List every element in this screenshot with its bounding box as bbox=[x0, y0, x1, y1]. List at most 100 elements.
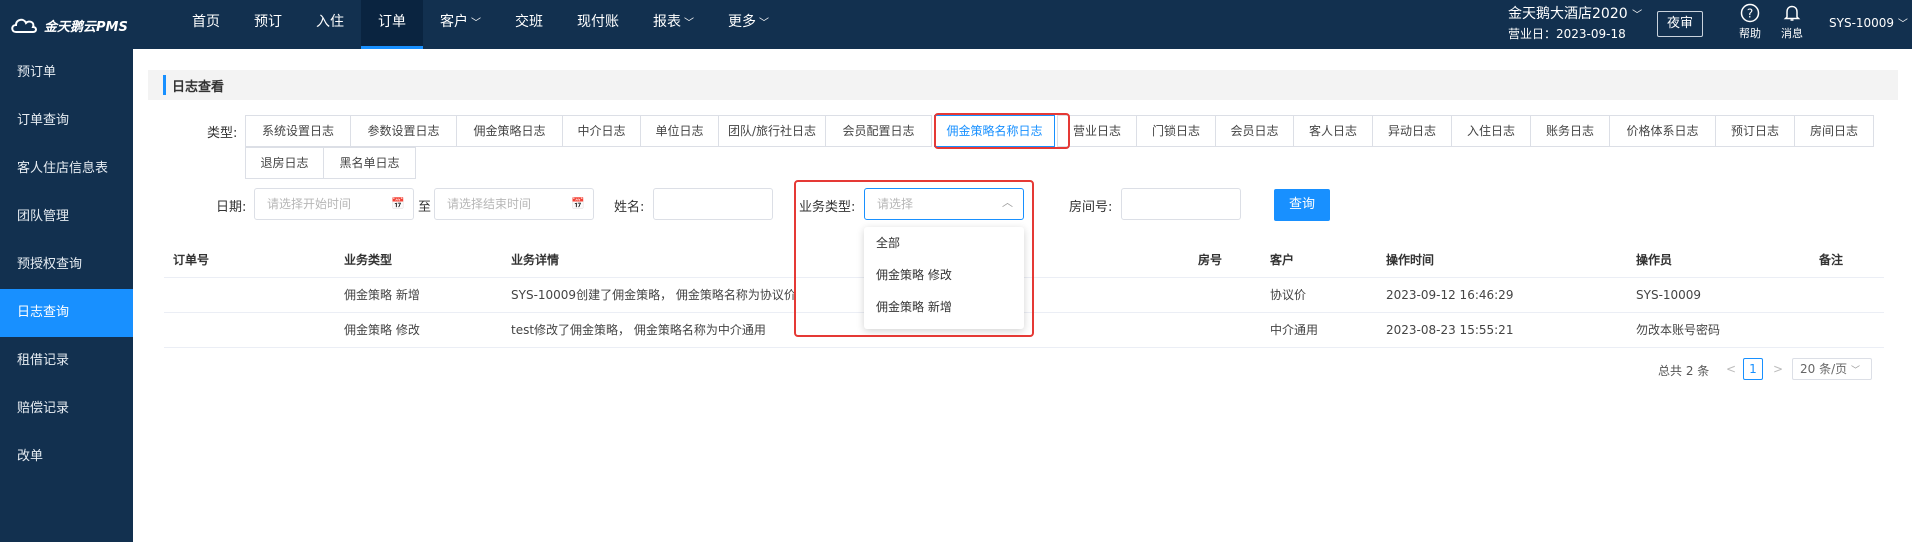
col-operator: 操作员 bbox=[1636, 253, 1673, 267]
table-row[interactable]: 佣金策略 新增 SYS-10009创建了佣金策略， 佣金策略名称为协议价 协议价… bbox=[164, 278, 1884, 313]
dropdown-option[interactable]: 佣金策略 修改 bbox=[864, 259, 1024, 291]
tab-log-type[interactable]: 价格体系日志 bbox=[1609, 115, 1716, 147]
messages-button[interactable]: 消息 bbox=[1772, 3, 1812, 41]
tab-log-type[interactable]: 门锁日志 bbox=[1136, 115, 1216, 147]
sidebar-item-compensation-records[interactable]: 赔偿记录 bbox=[0, 385, 133, 433]
calendar-icon: 📅 bbox=[571, 197, 585, 210]
tab-log-type[interactable]: 会员日志 bbox=[1215, 115, 1294, 147]
tab-log-type[interactable]: 中介日志 bbox=[562, 115, 641, 147]
nav-checkin[interactable]: 入住 bbox=[299, 0, 361, 49]
nav-home[interactable]: 首页 bbox=[175, 0, 237, 49]
col-room: 房号 bbox=[1198, 253, 1223, 267]
nav-cash-account[interactable]: 现付账 bbox=[560, 0, 636, 49]
room-number-input[interactable] bbox=[1121, 188, 1241, 220]
biz-type-dropdown: 全部 佣金策略 修改 佣金策略 新增 bbox=[864, 227, 1024, 329]
col-remark: 备注 bbox=[1819, 253, 1844, 267]
sidebar-item-guest-stay[interactable]: 客人住店信息表 bbox=[0, 145, 133, 193]
dropdown-option[interactable]: 佣金策略 新增 bbox=[864, 291, 1024, 323]
nav-label: 入住 bbox=[316, 14, 344, 30]
log-type-tabs: 系统设置日志 参数设置日志 佣金策略日志 中介日志 单位日志 团队/旅行社日志 … bbox=[245, 115, 1880, 180]
cell-operator: 勿改本账号密码 bbox=[1636, 323, 1721, 337]
page-size-value: 20 条/页 bbox=[1800, 362, 1848, 376]
next-page-button[interactable]: > bbox=[1773, 362, 1783, 376]
chevron-down-icon: ﹀ bbox=[1632, 10, 1643, 21]
tab-log-type[interactable]: 营业日志 bbox=[1057, 115, 1137, 147]
tab-log-type[interactable]: 系统设置日志 bbox=[245, 115, 351, 147]
chevron-down-icon: ﹀ bbox=[471, 18, 481, 29]
table-row[interactable]: 佣金策略 修改 test修改了佣金策略， 佣金策略名称为中介通用 中介通用 20… bbox=[164, 313, 1884, 348]
sidebar-item-reservations[interactable]: 预订单 bbox=[0, 49, 133, 97]
user-menu[interactable]: SYS-10009 ﹀ bbox=[1829, 15, 1908, 30]
table-header: 订单号 业务类型 业务详情 房号 客户 操作时间 操作员 备注 bbox=[164, 243, 1884, 278]
nav-orders[interactable]: 订单 bbox=[361, 0, 423, 49]
cell-customer: 中介通用 bbox=[1270, 323, 1319, 337]
range-separator: 至 bbox=[418, 200, 432, 215]
sidebar-item-change-order[interactable]: 改单 bbox=[0, 433, 133, 481]
page-title: 日志查看 bbox=[172, 80, 225, 95]
date-label: 日期: bbox=[216, 200, 247, 215]
calendar-icon: 📅 bbox=[391, 197, 405, 210]
query-button[interactable]: 查询 bbox=[1274, 189, 1330, 221]
tab-log-type-active[interactable]: 佣金策略名称日志 bbox=[934, 115, 1055, 147]
nav-label: 更多 bbox=[728, 14, 756, 30]
col-customer: 客户 bbox=[1270, 253, 1295, 267]
chevron-down-icon: ﹀ bbox=[1897, 19, 1908, 30]
tab-log-type[interactable]: 黑名单日志 bbox=[323, 147, 416, 179]
sidebar-item-preauth-query[interactable]: 预授权查询 bbox=[0, 241, 133, 289]
dropdown-option[interactable]: 全部 bbox=[864, 227, 1024, 259]
help-button[interactable]: ? 帮助 bbox=[1730, 3, 1770, 41]
prev-page-button[interactable]: < bbox=[1726, 362, 1736, 376]
tab-log-type[interactable]: 账务日志 bbox=[1530, 115, 1610, 147]
start-date-input[interactable]: 请选择开始时间 📅 bbox=[254, 188, 414, 220]
sidebar-item-group-management[interactable]: 团队管理 bbox=[0, 193, 133, 241]
tab-log-type[interactable]: 客人日志 bbox=[1293, 115, 1373, 147]
cell-biz-detail: test修改了佣金策略， 佣金策略名称为中介通用 bbox=[511, 323, 766, 337]
nav-label: 现付账 bbox=[577, 14, 619, 30]
sidebar: 预订单 订单查询 客人住店信息表 团队管理 预授权查询 日志查询 租借记录 赔偿… bbox=[0, 49, 133, 542]
app-logo[interactable]: 金天鹅云PMS bbox=[10, 14, 128, 36]
nav-label: 报表 bbox=[653, 14, 681, 30]
tab-log-type[interactable]: 团队/旅行社日志 bbox=[718, 115, 826, 147]
nav-booking[interactable]: 预订 bbox=[237, 0, 299, 49]
current-page[interactable]: 1 bbox=[1743, 358, 1763, 380]
tab-log-type[interactable]: 会员配置日志 bbox=[825, 115, 932, 147]
end-date-input[interactable]: 请选择结束时间 📅 bbox=[434, 188, 594, 220]
page-size-select[interactable]: 20 条/页 ﹀ bbox=[1792, 358, 1872, 380]
sidebar-item-order-query[interactable]: 订单查询 bbox=[0, 97, 133, 145]
hotel-switcher[interactable]: 金天鹅大酒店2020 ﹀ 营业日：2023-09-18 bbox=[1508, 5, 1642, 43]
nav-customers[interactable]: 客户 ﹀ bbox=[423, 0, 498, 49]
nav-label: 交班 bbox=[515, 14, 543, 30]
room-label: 房间号: bbox=[1069, 200, 1113, 215]
sidebar-item-rental-records[interactable]: 租借记录 bbox=[0, 337, 133, 385]
nav-label: 订单 bbox=[378, 14, 406, 30]
cell-biz-type: 佣金策略 修改 bbox=[344, 323, 420, 337]
nav-shift[interactable]: 交班 bbox=[498, 0, 560, 49]
tab-log-type[interactable]: 参数设置日志 bbox=[350, 115, 457, 147]
bell-icon bbox=[1772, 3, 1812, 25]
col-biz-type: 业务类型 bbox=[344, 253, 393, 267]
logo-text: 金天鹅云PMS bbox=[44, 19, 128, 35]
sidebar-item-log-query[interactable]: 日志查询 bbox=[0, 289, 133, 337]
tab-log-type[interactable]: 预订日志 bbox=[1715, 115, 1795, 147]
tab-log-type[interactable]: 退房日志 bbox=[245, 147, 324, 179]
col-op-time: 操作时间 bbox=[1386, 253, 1435, 267]
nav-label: 预订 bbox=[254, 14, 282, 30]
biz-type-select[interactable]: 请选择 ︿ bbox=[864, 188, 1024, 220]
name-input[interactable] bbox=[653, 188, 773, 220]
help-label: 帮助 bbox=[1739, 27, 1761, 40]
biz-type-label: 业务类型: bbox=[799, 200, 856, 215]
col-order-no: 订单号 bbox=[173, 253, 210, 267]
nav-more[interactable]: 更多 ﹀ bbox=[711, 0, 786, 49]
help-icon: ? bbox=[1730, 3, 1770, 25]
tab-log-type[interactable]: 房间日志 bbox=[1794, 115, 1874, 147]
chevron-down-icon: ﹀ bbox=[684, 18, 694, 29]
tab-log-type[interactable]: 单位日志 bbox=[640, 115, 719, 147]
business-date: 营业日：2023-09-18 bbox=[1508, 27, 1626, 41]
cell-biz-type: 佣金策略 新增 bbox=[344, 288, 420, 302]
tab-log-type[interactable]: 佣金策略日志 bbox=[456, 115, 563, 147]
cell-customer: 协议价 bbox=[1270, 288, 1307, 302]
tab-log-type[interactable]: 入住日志 bbox=[1451, 115, 1531, 147]
tab-log-type[interactable]: 异动日志 bbox=[1372, 115, 1452, 147]
night-audit-button[interactable]: 夜审 bbox=[1657, 11, 1703, 37]
nav-reports[interactable]: 报表 ﹀ bbox=[636, 0, 711, 49]
